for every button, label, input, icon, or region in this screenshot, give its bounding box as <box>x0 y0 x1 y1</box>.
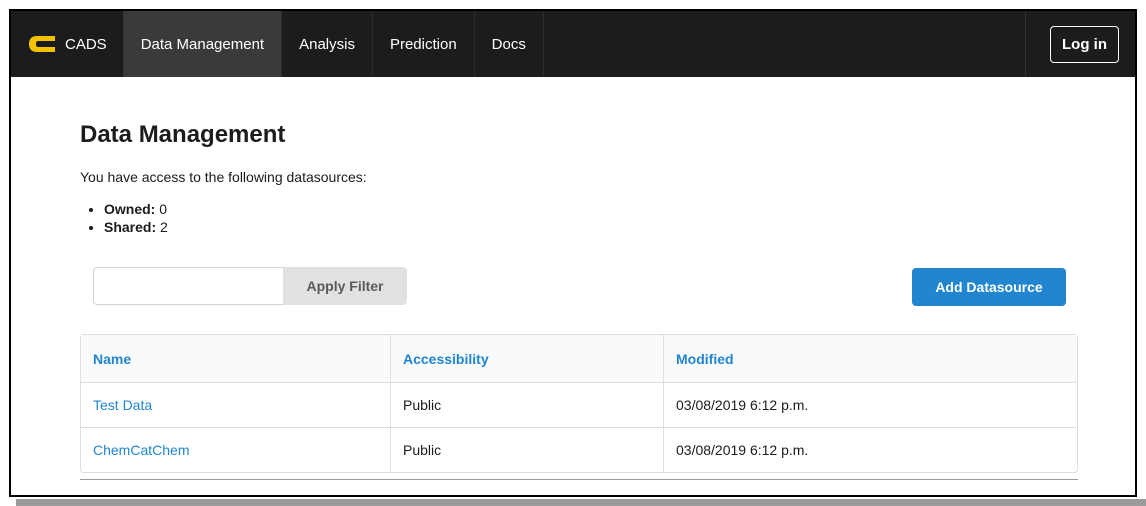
shared-stat: Shared: 2 <box>104 218 1080 236</box>
owned-stat: Owned: 0 <box>104 200 1080 218</box>
accessibility-cell: Public <box>390 383 663 428</box>
owned-label: Owned: <box>104 201 156 217</box>
datasource-name-cell: Test Data <box>81 383 390 428</box>
owned-count: 0 <box>159 201 168 217</box>
column-header-name[interactable]: Name <box>81 335 390 383</box>
main-content: Data Management You have access to the f… <box>80 121 1080 480</box>
nav-prediction-label: Prediction <box>389 35 457 53</box>
filter-row: Apply Filter <box>93 267 407 305</box>
page-title: Data Management <box>80 121 286 148</box>
intro-text: You have access to the following datasou… <box>80 169 367 185</box>
add-datasource-button[interactable]: Add Datasource <box>912 268 1066 306</box>
brand[interactable]: CADS <box>11 11 124 77</box>
window-shadow <box>16 499 1146 506</box>
filter-input[interactable] <box>93 267 283 305</box>
table-row: ChemCatChem Public 03/08/2019 6:12 p.m. <box>81 428 1077 472</box>
app-window: CADS Data Management Analysis Prediction… <box>9 9 1137 497</box>
datasource-link[interactable]: ChemCatChem <box>93 442 189 458</box>
nav-analysis[interactable]: Analysis <box>282 11 373 77</box>
column-header-modified[interactable]: Modified <box>663 335 1077 383</box>
nav-data-management-label: Data Management <box>140 35 265 53</box>
table-row: Test Data Public 03/08/2019 6:12 p.m. <box>81 383 1077 428</box>
table-header-row: Name Accessibility Modified <box>81 335 1077 383</box>
datasource-stats: Owned: 0 Shared: 2 <box>80 200 1080 236</box>
datasource-table: Name Accessibility Modified Test Data Pu… <box>80 334 1078 473</box>
top-navbar: CADS Data Management Analysis Prediction… <box>11 11 1135 77</box>
datasource-name-cell: ChemCatChem <box>81 428 390 472</box>
nav-prediction[interactable]: Prediction <box>373 11 475 77</box>
nav-right: Log in <box>1025 11 1135 77</box>
modified-cell: 03/08/2019 6:12 p.m. <box>663 428 1077 472</box>
cads-logo-icon <box>29 36 55 52</box>
login-button[interactable]: Log in <box>1050 25 1119 63</box>
nav-data-management[interactable]: Data Management <box>123 11 283 77</box>
accessibility-cell: Public <box>390 428 663 472</box>
modified-cell: 03/08/2019 6:12 p.m. <box>663 383 1077 428</box>
brand-label: CADS <box>65 35 107 53</box>
nav-docs[interactable]: Docs <box>475 11 544 77</box>
datasource-link[interactable]: Test Data <box>93 397 152 413</box>
shared-label: Shared: <box>104 219 157 235</box>
apply-filter-button[interactable]: Apply Filter <box>283 267 407 305</box>
nav-analysis-label: Analysis <box>299 35 355 53</box>
nav-docs-label: Docs <box>491 35 526 53</box>
shared-count: 2 <box>160 219 168 235</box>
column-header-accessibility[interactable]: Accessibility <box>390 335 663 383</box>
table-divider <box>80 479 1078 480</box>
